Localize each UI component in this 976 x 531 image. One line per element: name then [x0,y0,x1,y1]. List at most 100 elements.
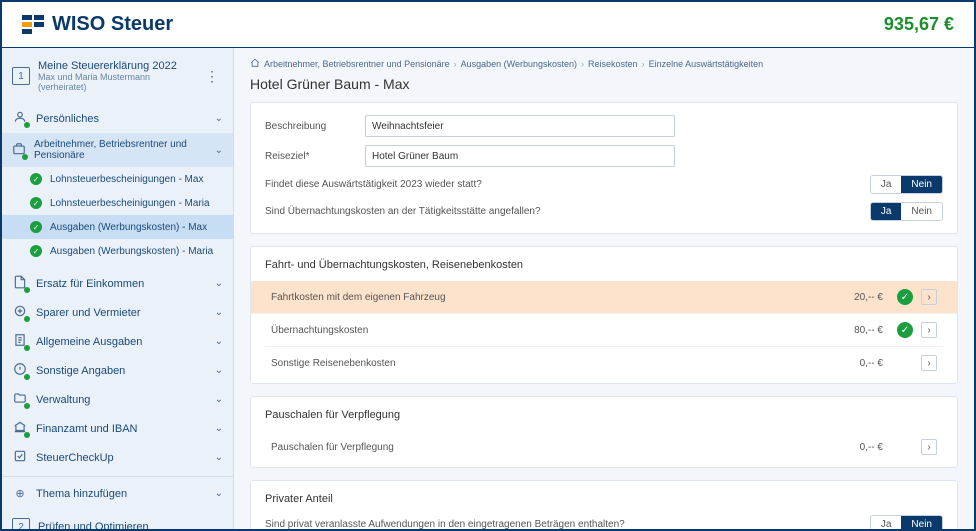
plus-icon: ⊕ [12,487,28,500]
toggle-2023: Ja Nein [870,175,943,194]
check-icon: ✓ [897,322,913,338]
chevron-down-icon: ⌄ [215,336,223,347]
chevron-down-icon: ⌄ [215,423,223,434]
question-privat: Sind privat veranlasste Aufwendungen in … [265,519,860,529]
chevron-down-icon: ⌄ [215,278,223,289]
chevron-down-icon: ⌄ [215,113,223,124]
sidebar-declaration-header[interactable]: 1 Meine Steuererklärung 2022 Max und Mar… [2,54,233,98]
sidebar-sub-lohn-max[interactable]: ✓ Lohnsteuerbescheinigungen - Max [2,167,233,191]
check-icon: ✓ [30,197,42,209]
card-fahrtkosten: Fahrt- und Übernachtungskosten, Reiseneb… [250,246,958,384]
sidebar-item-label: Ausgaben (Werbungskosten) - Max [50,222,207,233]
logo-mark-icon [22,15,44,34]
toggle-ja[interactable]: Ja [871,176,902,193]
chevron-right-icon[interactable]: › [921,439,937,455]
toggle-nein[interactable]: Nein [901,203,942,220]
declaration-title: Meine Steuererklärung 2022 [38,60,193,72]
sidebar-sub-lohn-maria[interactable]: ✓ Lohnsteuerbescheinigungen - Maria [2,191,233,215]
breadcrumb-item[interactable]: Reisekosten [588,59,638,69]
sidebar-item-label: Lohnsteuerbescheinigungen - Maria [50,198,210,209]
sidebar-item-label: SteuerCheckUp [36,452,114,464]
cost-value: 80,-- € [854,325,883,336]
check-icon: ✓ [897,289,913,305]
chevron-down-icon: ⌄ [215,365,223,376]
breadcrumb-item[interactable]: Ausgaben (Werbungskosten) [461,59,577,69]
page-title: Hotel Grüner Baum - Max [250,76,958,92]
sidebar-item-label: Allgemeine Ausgaben [36,336,142,348]
sidebar-item-allgemeine[interactable]: Allgemeine Ausgaben ⌄ [2,327,233,356]
section-title: Fahrt- und Übernachtungskosten, Reiseneb… [265,259,943,271]
briefcase-icon [12,142,26,159]
sidebar-item-label: Ersatz für Einkommen [36,278,144,290]
refund-amount: 935,67 € [884,14,954,35]
toggle-ja[interactable]: Ja [871,203,902,220]
sidebar-item-arbeitnehmer[interactable]: Arbeitnehmer, Betriebsrentner und Pensio… [2,133,233,167]
chevron-right-icon: › [642,59,645,69]
sidebar-item-label: Ausgaben (Werbungskosten) - Maria [50,246,213,257]
sidebar-item-persoenliches[interactable]: Persönliches ⌄ [2,104,233,133]
toggle-privat: Ja Nein [870,515,943,529]
cost-label: Sonstige Reisenebenkosten [271,358,852,369]
sidebar-item-pruefen[interactable]: 2 Prüfen und Optimieren [2,512,233,529]
main-content: Arbeitnehmer, Betriebsrentner und Pensio… [234,48,974,529]
input-beschreibung[interactable] [365,115,675,137]
cost-value: 0,-- € [860,358,883,369]
question-2023: Findet diese Auswärtstätigkeit 2023 wied… [265,179,860,190]
sidebar-item-label: Arbeitnehmer, Betriebsrentner und Pensio… [34,139,207,161]
cost-label: Pauschalen für Verpflegung [271,442,852,453]
sidebar-item-verwaltung[interactable]: Verwaltung ⌄ [2,385,233,414]
toggle-ja[interactable]: Ja [871,516,902,529]
sidebar-item-label: Finanzamt und IBAN [36,423,138,435]
sidebar-item-steuercheck[interactable]: SteuerCheckUp ⌄ [2,443,233,472]
chevron-right-icon[interactable]: › [921,289,937,305]
cost-row-pauschalen[interactable]: Pauschalen für Verpflegung 0,-- € › [265,431,943,463]
toggle-nein[interactable]: Nein [901,516,942,529]
cost-row-fahrtkosten[interactable]: Fahrtkosten mit dem eigenen Fahrzeug 20,… [251,281,957,314]
chevron-down-icon: ⌄ [215,488,223,499]
check-icon: ✓ [30,221,42,233]
step-number-2: 2 [12,518,30,529]
card-details: Beschreibung Reiseziel* Findet diese Aus… [250,102,958,234]
chevron-right-icon[interactable]: › [921,355,937,371]
sidebar-item-sonstige[interactable]: Sonstige Angaben ⌄ [2,356,233,385]
breadcrumb-item[interactable]: Einzelne Auswärtstätigkeiten [649,59,764,69]
label-beschreibung: Beschreibung [265,121,355,132]
piggy-icon [12,304,28,321]
brand-text: WISO Steuer [52,13,173,36]
logo: WISO Steuer [22,13,173,36]
sidebar-item-sparer[interactable]: Sparer und Vermieter ⌄ [2,298,233,327]
section-title: Pauschalen für Verpflegung [265,409,943,421]
check-icon: ✓ [30,173,42,185]
sidebar-item-label: Sonstige Angaben [36,365,125,377]
chevron-right-icon[interactable]: › [921,322,937,338]
sidebar-item-label: Prüfen und Optimieren [38,521,149,529]
step-number-1: 1 [12,67,30,85]
sidebar-item-ersatz[interactable]: Ersatz für Einkommen ⌄ [2,269,233,298]
chevron-right-icon: › [454,59,457,69]
label-reiseziel: Reiseziel* [265,151,355,162]
cost-value: 0,-- € [860,442,883,453]
more-icon[interactable]: ⋮ [201,68,223,85]
sidebar-item-label: Thema hinzufügen [36,488,127,500]
sidebar-item-label: Lohnsteuerbescheinigungen - Max [50,174,203,185]
sidebar-item-thema[interactable]: ⊕ Thema hinzufügen ⌄ [2,481,233,506]
cost-value: 20,-- € [854,292,883,303]
cost-label: Übernachtungskosten [271,325,846,336]
home-icon[interactable] [250,58,260,70]
input-reiseziel[interactable] [365,145,675,167]
cost-row-uebernachtung[interactable]: Übernachtungskosten 80,-- € ✓ › [265,314,943,347]
sidebar-sub-ausgaben-maria[interactable]: ✓ Ausgaben (Werbungskosten) - Maria [2,239,233,263]
sidebar-sub-ausgaben-max[interactable]: ✓ Ausgaben (Werbungskosten) - Max [2,215,233,239]
card-privat: Privater Anteil Sind privat veranlasste … [250,480,958,529]
sidebar-item-label: Verwaltung [36,394,90,406]
declaration-subtitle: Max und Maria Mustermann (verheiratet) [38,72,193,92]
toggle-uebernachtung: Ja Nein [870,202,943,221]
bank-icon [12,420,28,437]
breadcrumb-item[interactable]: Arbeitnehmer, Betriebsrentner und Pensio… [264,59,450,69]
cost-row-sonstige[interactable]: Sonstige Reisenebenkosten 0,-- € › [265,347,943,379]
document-icon [12,275,28,292]
check-list-icon [12,449,28,466]
toggle-nein[interactable]: Nein [901,176,942,193]
sidebar-item-finanzamt[interactable]: Finanzamt und IBAN ⌄ [2,414,233,443]
sidebar-item-label: Persönliches [36,113,99,125]
